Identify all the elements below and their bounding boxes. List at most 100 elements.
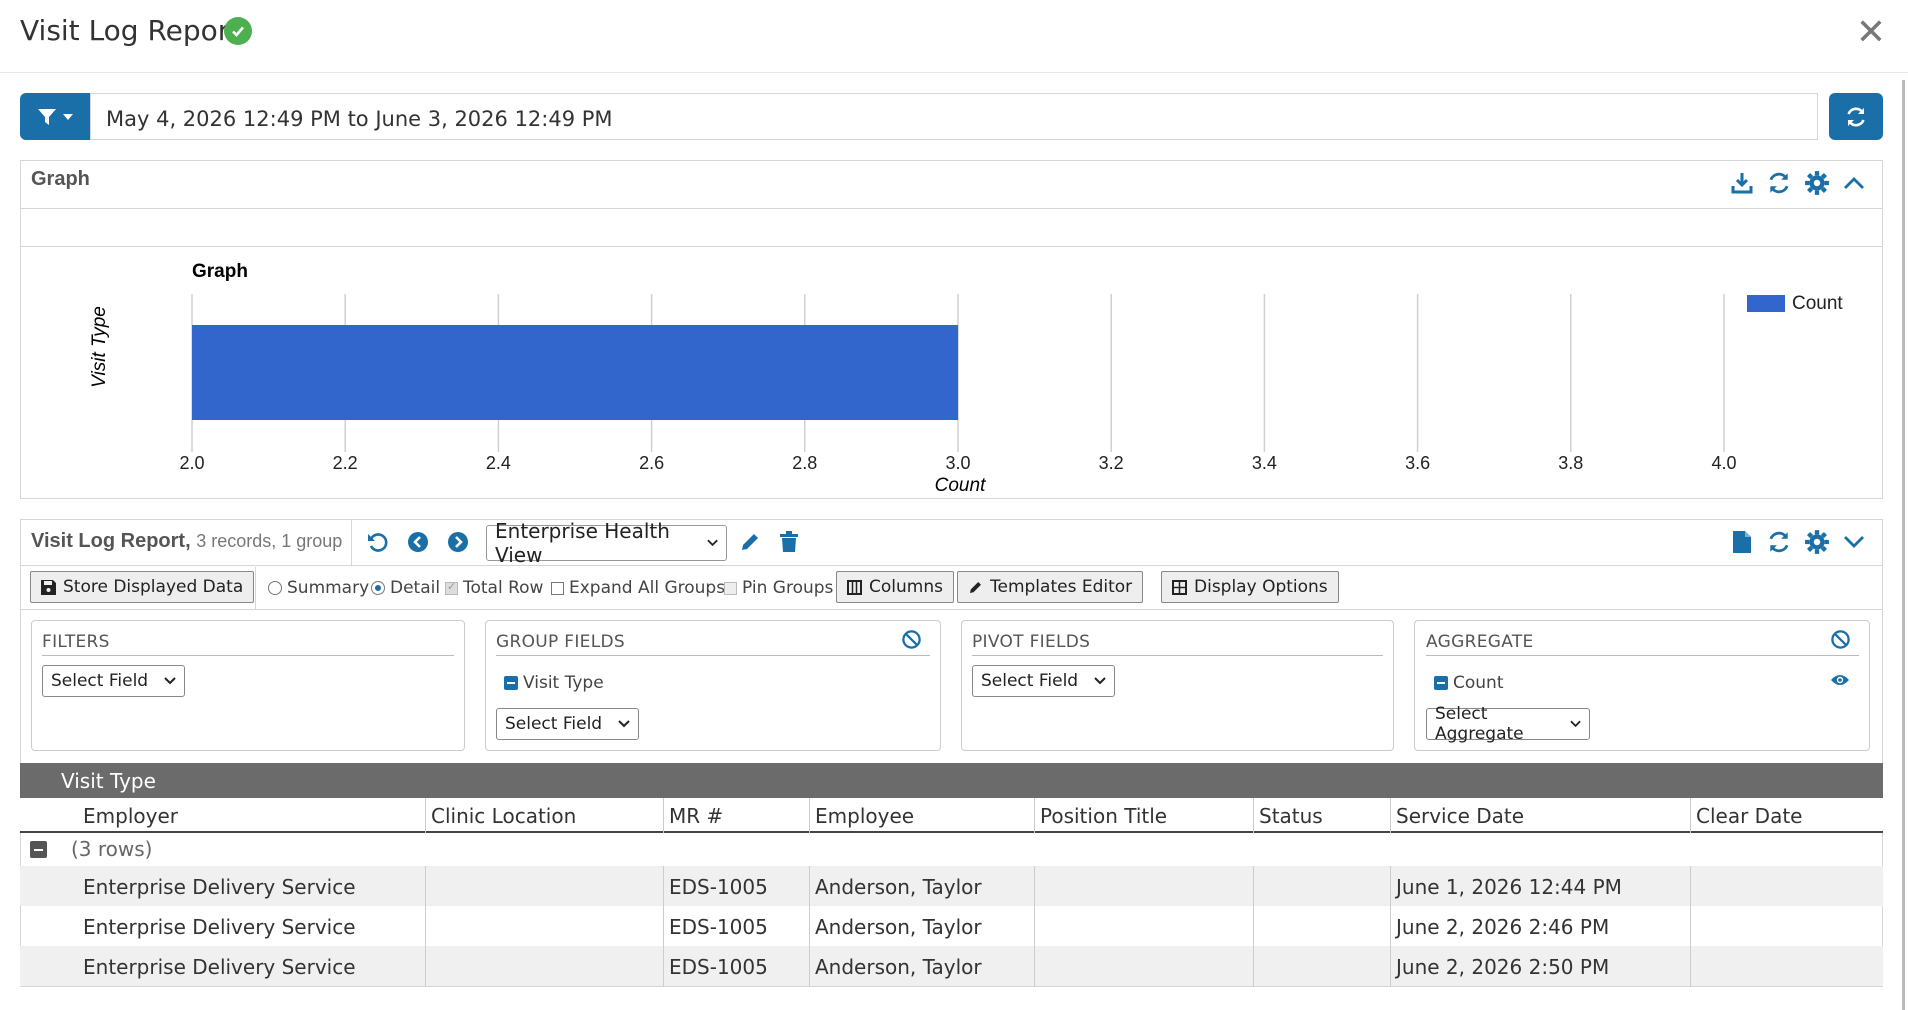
trash-icon[interactable]: [774, 527, 804, 557]
x-axis-label: Count: [935, 475, 986, 496]
cell-divider: [425, 906, 426, 946]
eye-icon[interactable]: [1830, 673, 1850, 692]
close-icon[interactable]: ✕: [1856, 14, 1886, 50]
gear-icon[interactable]: [1802, 168, 1832, 198]
caret-down-icon: [63, 113, 73, 120]
toolbar-separator: [255, 567, 256, 609]
chevron-down-icon: [164, 677, 176, 685]
filter-dropdown-button[interactable]: [20, 93, 90, 140]
gear-icon[interactable]: [1802, 527, 1832, 557]
cell-divider: [809, 946, 810, 986]
table-header: Employer Clinic Location MR # Employee P…: [20, 798, 1883, 833]
download-icon[interactable]: [1727, 168, 1757, 198]
summary-radio[interactable]: Summary: [268, 578, 369, 598]
pin-groups-checkbox[interactable]: Pin Groups: [724, 578, 833, 598]
table-row[interactable]: Enterprise Delivery Service EDS-1005 And…: [20, 946, 1883, 986]
date-range-field[interactable]: May 4, 2026 12:49 PM to June 3, 2026 12:…: [90, 93, 1818, 140]
group-fields-select[interactable]: Select Field: [496, 708, 639, 740]
cell-divider: [1690, 946, 1691, 986]
table-row[interactable]: Enterprise Delivery Service EDS-1005 And…: [20, 866, 1883, 906]
templates-label: Templates Editor: [990, 577, 1133, 597]
refresh-icon[interactable]: [1764, 527, 1794, 557]
expand-groups-checkbox[interactable]: Expand All Groups: [551, 578, 725, 598]
report-record-count: 3 records, 1 group: [196, 531, 343, 551]
next-icon[interactable]: [443, 527, 473, 557]
legend-label: Count: [1792, 293, 1843, 314]
view-select[interactable]: Enterprise Health View: [486, 519, 727, 567]
templates-editor-button[interactable]: Templates Editor: [957, 571, 1144, 603]
column-divider: [1253, 798, 1254, 833]
cell-divider: [1034, 946, 1035, 986]
checkbox-expand-groups[interactable]: [551, 581, 564, 595]
remove-icon[interactable]: [504, 676, 518, 690]
header-divider: [0, 72, 1908, 73]
view-select-value: Enterprise Health View: [495, 519, 670, 567]
cell-divider: [1390, 906, 1391, 946]
aggregate-label: Count: [1453, 673, 1504, 693]
columns-button[interactable]: Columns: [836, 571, 954, 603]
clear-groups-icon[interactable]: [901, 629, 922, 655]
column-header[interactable]: Service Date: [1396, 804, 1524, 828]
checkbox-pin-groups[interactable]: [724, 581, 737, 595]
cell-divider: [809, 866, 810, 906]
store-displayed-data-button[interactable]: Store Displayed Data: [30, 571, 255, 603]
graph-panel-title: Graph: [31, 168, 90, 190]
bar-count[interactable]: [192, 325, 958, 420]
detail-label: Detail: [390, 578, 441, 598]
refresh-icon[interactable]: [1764, 168, 1794, 198]
cell-service-date: June 2, 2026 2:50 PM: [1396, 955, 1610, 979]
chevron-down-icon: [1094, 677, 1106, 685]
column-header[interactable]: Position Title: [1040, 804, 1167, 828]
cell-employer: Enterprise Delivery Service: [83, 875, 356, 899]
detail-radio[interactable]: Detail: [371, 578, 440, 598]
refresh-button[interactable]: [1829, 93, 1883, 140]
cell-divider: [1690, 906, 1691, 946]
cell-divider: [1390, 866, 1391, 906]
aggregate-select[interactable]: Select Aggregate: [1426, 704, 1590, 744]
group-field-visit-type[interactable]: Visit Type: [504, 673, 604, 693]
total-row-checkbox[interactable]: Total Row: [445, 578, 543, 598]
radio-detail[interactable]: [371, 581, 385, 595]
group-fields-title: GROUP FIELDS: [496, 632, 625, 652]
cell-employee: Anderson, Taylor: [815, 875, 982, 899]
pivot-fields-underline: [972, 655, 1383, 656]
x-tick-label: 3.0: [945, 453, 970, 473]
pin-groups-label: Pin Groups: [742, 578, 834, 598]
x-tick-label: 2.4: [486, 453, 511, 473]
header-separator: [351, 520, 352, 566]
group-field-label: Visit Type: [523, 673, 604, 693]
chevron-down-icon: [1570, 720, 1581, 728]
pencil-icon[interactable]: [735, 527, 765, 557]
cell-employee: Anderson, Taylor: [815, 915, 982, 939]
column-header[interactable]: Status: [1259, 804, 1323, 828]
store-label: Store Displayed Data: [63, 577, 244, 597]
previous-icon[interactable]: [403, 527, 433, 557]
collapse-group-icon[interactable]: [30, 841, 47, 858]
chevron-up-icon[interactable]: [1839, 168, 1869, 198]
column-header[interactable]: Employer: [83, 804, 178, 828]
radio-summary[interactable]: [268, 581, 282, 595]
filters-select[interactable]: Select Field: [42, 665, 185, 697]
chevron-down-icon[interactable]: [1839, 527, 1869, 557]
undo-icon[interactable]: [363, 527, 393, 557]
filters-select-value: Select Field: [51, 671, 149, 691]
column-header[interactable]: MR #: [669, 804, 723, 828]
cell-divider: [809, 906, 810, 946]
column-header[interactable]: Clear Date: [1696, 804, 1802, 828]
filter-icon: [38, 108, 56, 125]
table-row[interactable]: Enterprise Delivery Service EDS-1005 And…: [20, 906, 1883, 946]
clear-aggregates-icon[interactable]: [1830, 629, 1851, 655]
columns-icon: [847, 579, 862, 595]
x-tick-label: 3.6: [1405, 453, 1430, 473]
x-tick-label: 2.8: [792, 453, 817, 473]
document-icon[interactable]: [1727, 527, 1757, 557]
display-options-button[interactable]: Display Options: [1161, 571, 1339, 603]
aggregate-count[interactable]: Count: [1434, 673, 1504, 693]
column-header[interactable]: Clinic Location: [431, 804, 576, 828]
column-header[interactable]: Employee: [815, 804, 914, 828]
cell-employer: Enterprise Delivery Service: [83, 955, 356, 979]
checkbox-total-row[interactable]: [445, 580, 458, 595]
remove-icon[interactable]: [1434, 676, 1448, 690]
scrollbar[interactable]: [1902, 80, 1905, 1010]
pivot-fields-select[interactable]: Select Field: [972, 665, 1115, 697]
